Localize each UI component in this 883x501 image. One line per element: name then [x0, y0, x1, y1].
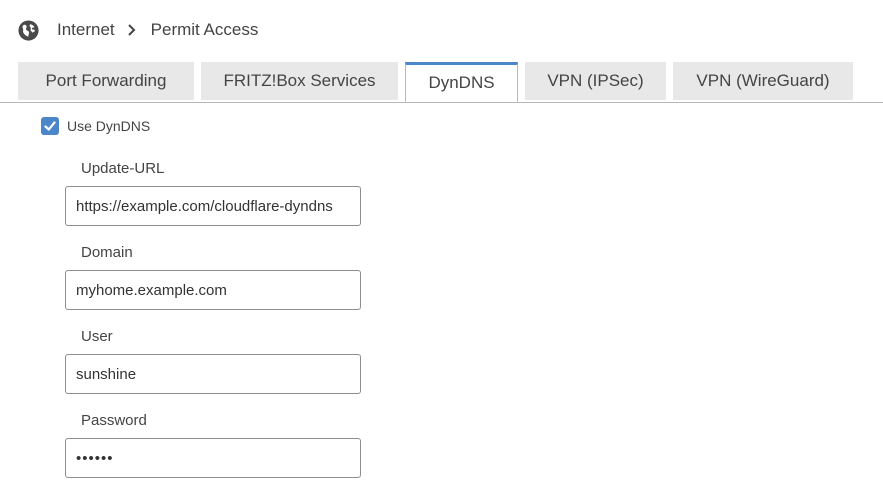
tab-dyndns[interactable]: DynDNS	[405, 62, 518, 102]
chevron-right-icon	[127, 23, 137, 37]
breadcrumb: Internet Permit Access	[17, 18, 258, 42]
update-url-label: Update-URL	[81, 160, 165, 177]
globe-icon	[17, 19, 40, 42]
use-dyndns-row: Use DynDNS	[41, 117, 150, 135]
tab-bar: Port Forwarding FRITZ!Box Services DynDN…	[0, 62, 883, 103]
domain-field[interactable]	[65, 270, 361, 310]
use-dyndns-checkbox[interactable]	[41, 117, 59, 135]
update-url-field[interactable]	[65, 186, 361, 226]
breadcrumb-item-permit-access: Permit Access	[150, 20, 259, 39]
tab-vpn-ipsec[interactable]: VPN (IPSec)	[525, 62, 666, 100]
domain-label: Domain	[81, 244, 133, 261]
page: Internet Permit Access Port Forwarding F…	[0, 0, 883, 501]
use-dyndns-label: Use DynDNS	[67, 118, 151, 134]
tab-port-forwarding[interactable]: Port Forwarding	[18, 62, 194, 100]
checkmark-icon	[44, 121, 56, 131]
user-label: User	[81, 328, 113, 345]
password-label: Password	[81, 412, 147, 429]
password-field[interactable]	[65, 438, 361, 478]
user-field[interactable]	[65, 354, 361, 394]
tab-fritzbox-services[interactable]: FRITZ!Box Services	[201, 62, 398, 100]
breadcrumb-item-internet[interactable]: Internet	[57, 20, 115, 40]
tab-vpn-wireguard[interactable]: VPN (WireGuard)	[673, 62, 853, 100]
